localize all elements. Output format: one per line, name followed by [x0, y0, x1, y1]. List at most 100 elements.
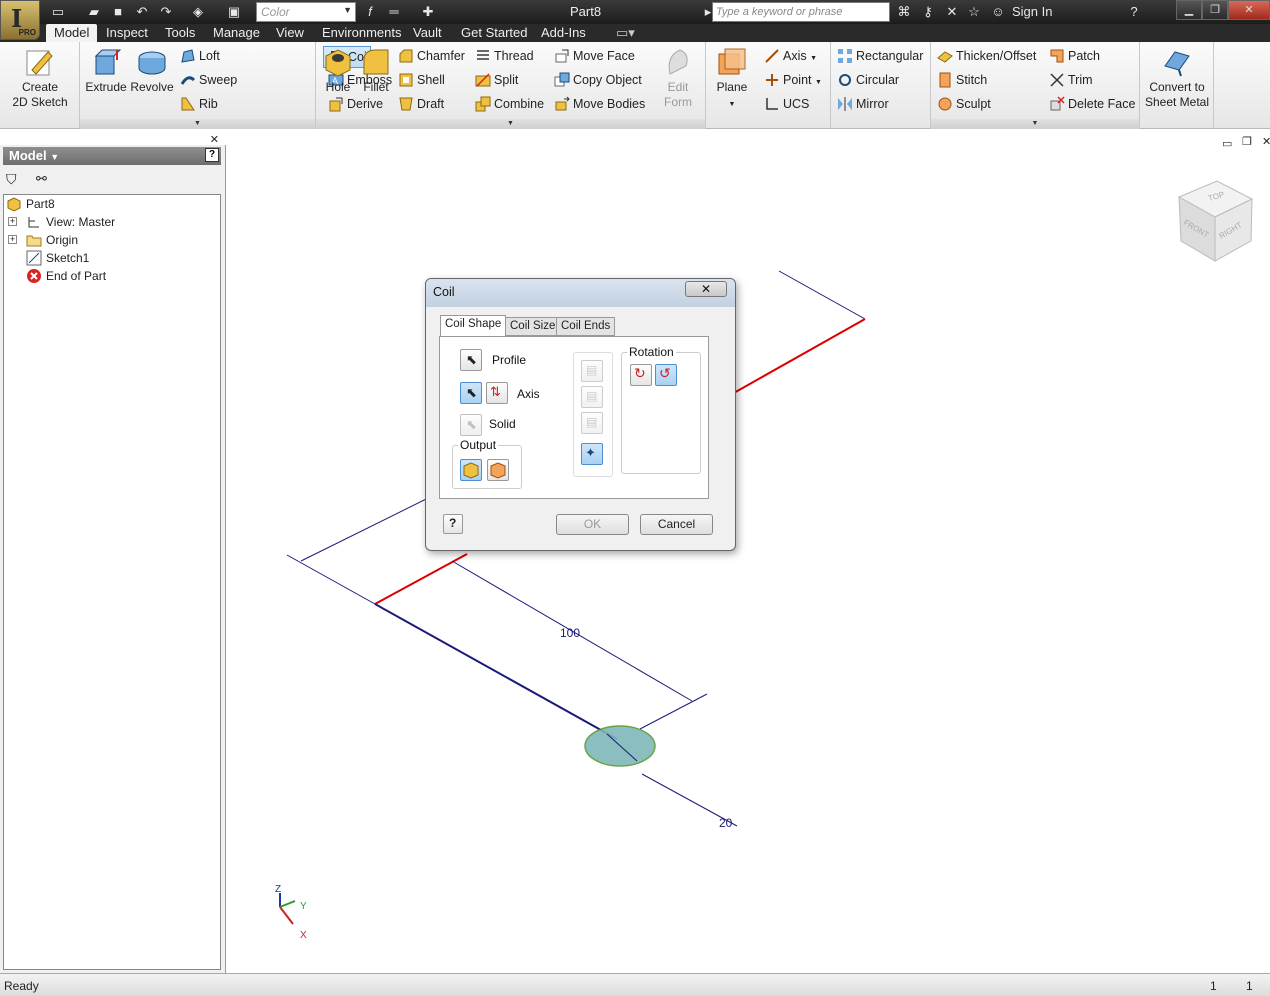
ribbon-options-icon[interactable]: ▭▾	[608, 24, 643, 42]
add-icon[interactable]: ✚	[420, 4, 436, 20]
sign-in-link[interactable]: Sign In	[1012, 4, 1052, 19]
save-icon[interactable]: ■	[110, 4, 126, 20]
status-bar: Ready 1 1	[0, 973, 1270, 996]
cancel-button[interactable]: Cancel	[640, 514, 713, 535]
new-solid-button[interactable]: ✦	[581, 443, 603, 465]
filter-icon[interactable]: ⛉	[6, 171, 17, 188]
surface-group-expander[interactable]: ▼	[931, 119, 1139, 129]
profile-select-button[interactable]: ⬉	[460, 349, 482, 371]
tab-get-started[interactable]: Get Started	[453, 24, 535, 42]
tree-item-part[interactable]: Part8	[6, 195, 55, 213]
shell-button[interactable]: Shell	[398, 70, 445, 90]
satellite-icon[interactable]: ✕	[944, 4, 960, 20]
dialog-title-bar[interactable]: Coil ✕	[426, 279, 735, 307]
loft-icon	[181, 49, 195, 63]
undo-icon[interactable]: ↶	[134, 4, 150, 20]
axis-button[interactable]: Axis ▼	[764, 46, 817, 66]
tab-inspect[interactable]: Inspect	[98, 24, 156, 42]
tab-tools[interactable]: Tools	[157, 24, 203, 42]
close-window-button[interactable]: ✕	[1228, 0, 1270, 20]
key-icon[interactable]: ⚷	[920, 4, 936, 20]
open-icon[interactable]: ▰	[86, 4, 102, 20]
output-solid-button[interactable]	[460, 459, 482, 481]
view-cube[interactable]: TOP FRONT RIGHT	[1177, 180, 1254, 262]
search-input[interactable]: Type a keyword or phrase	[712, 2, 890, 22]
dialog-help-button[interactable]: ?	[443, 514, 463, 534]
rotation-counterclockwise-button[interactable]: ↺	[655, 364, 677, 386]
dialog-close-button[interactable]: ✕	[685, 281, 727, 297]
tree-item-origin[interactable]: Origin	[26, 231, 78, 249]
maximize-button[interactable]: ❐	[1202, 0, 1228, 20]
tab-environments[interactable]: Environments	[314, 24, 409, 42]
combine-button[interactable]: Combine	[475, 94, 544, 114]
sweep-button[interactable]: Sweep	[180, 70, 237, 90]
hole-button[interactable]: Hole	[320, 46, 356, 95]
update-icon[interactable]: ◈	[190, 4, 206, 20]
move-face-button[interactable]: Move Face	[554, 46, 635, 66]
thicken-offset-button[interactable]: Thicken/Offset	[937, 46, 1036, 66]
circular-pattern-button[interactable]: Circular	[837, 70, 899, 90]
help-icon[interactable]: ?	[205, 148, 219, 162]
sketch-canvas: TOP FRONT RIGHT 100 20 Z Y X	[275, 180, 1254, 941]
tree-item-end-of-part[interactable]: End of Part	[26, 267, 106, 285]
expand-view-icon[interactable]: +	[8, 217, 17, 226]
revolve-button[interactable]: Revolve	[130, 46, 174, 95]
star-icon[interactable]: ☆	[966, 4, 982, 20]
tab-model[interactable]: Model	[46, 24, 98, 42]
expand-origin-icon[interactable]: +	[8, 235, 17, 244]
thread-button[interactable]: Thread	[475, 46, 534, 66]
ucs-button[interactable]: UCS	[764, 94, 809, 114]
copy-object-button[interactable]: Copy Object	[554, 70, 642, 90]
rib-button[interactable]: Rib	[180, 94, 218, 114]
point-button[interactable]: Point ▼	[764, 70, 822, 90]
tree-item-sketch1[interactable]: Sketch1	[26, 249, 89, 267]
modify-group-expander[interactable]: ▼	[316, 119, 705, 129]
tab-coil-ends[interactable]: Coil Ends	[556, 317, 616, 336]
tab-coil-size[interactable]: Coil Size	[505, 317, 561, 336]
extrude-button[interactable]: Extrude	[85, 46, 127, 95]
help-icon[interactable]: ?	[1126, 4, 1142, 20]
application-menu-button[interactable]: I PRO	[0, 0, 40, 40]
create-group-expander[interactable]: ▼	[80, 119, 315, 129]
binoculars-icon[interactable]: ⚯	[36, 171, 47, 187]
delete-face-button[interactable]: Delete Face	[1049, 94, 1135, 114]
user-icon: ☺	[991, 4, 1005, 19]
close-panel-icon[interactable]: ✕	[210, 133, 219, 146]
binoculars-icon[interactable]: ⌘	[896, 4, 912, 20]
trim-button[interactable]: Trim	[1049, 70, 1093, 90]
draft-button[interactable]: Draft	[398, 94, 444, 114]
rectangular-pattern-button[interactable]: Rectangular	[837, 46, 923, 66]
output-surface-button[interactable]	[487, 459, 509, 481]
select-icon[interactable]: ▣	[226, 4, 242, 20]
redo-icon[interactable]: ↷	[158, 4, 174, 20]
chamfer-button[interactable]: Chamfer	[398, 46, 465, 66]
new-icon[interactable]: ▭	[50, 4, 66, 20]
color-select[interactable]: Color ▼	[256, 2, 356, 22]
create-2d-sketch-button[interactable]: Create 2D Sketch	[8, 46, 72, 110]
axis-select-button[interactable]: ⬉	[460, 382, 482, 404]
rotation-clockwise-button[interactable]: ↻	[630, 364, 652, 386]
minimize-button[interactable]: ▁	[1176, 0, 1202, 20]
convert-to-sheet-metal-button[interactable]: Convert to Sheet Metal	[1140, 46, 1214, 110]
sculpt-button[interactable]: Sculpt	[937, 94, 991, 114]
tab-view[interactable]: View	[268, 24, 312, 42]
fillet-button[interactable]: Fillet	[358, 46, 394, 95]
split-button[interactable]: Split	[475, 70, 518, 90]
stitch-button[interactable]: Stitch	[937, 70, 987, 90]
sketch-icon	[26, 50, 53, 76]
tab-vault[interactable]: Vault	[405, 24, 450, 42]
measure-icon[interactable]: ═	[386, 4, 402, 20]
tab-manage[interactable]: Manage	[205, 24, 268, 42]
fx-icon[interactable]: f	[362, 4, 378, 20]
tree-item-view-master[interactable]: View: Master	[26, 213, 115, 231]
tab-coil-shape[interactable]: Coil Shape	[440, 315, 507, 337]
mirror-button[interactable]: Mirror	[837, 94, 889, 114]
axis-flip-button[interactable]: ⇅	[486, 382, 508, 404]
tab-add-ins[interactable]: Add-Ins	[533, 24, 594, 42]
move-bodies-button[interactable]: Move Bodies	[554, 94, 645, 114]
loft-button[interactable]: Loft	[180, 46, 220, 66]
plane-button[interactable]: Plane ▼	[712, 46, 752, 112]
graphics-viewport[interactable]: ▭ ❐ ✕ TOP FRONT RIGHT 100 20 Z Y X	[227, 129, 1270, 973]
browser-header[interactable]: Model ▼?	[3, 147, 221, 165]
patch-button[interactable]: Patch	[1049, 46, 1100, 66]
